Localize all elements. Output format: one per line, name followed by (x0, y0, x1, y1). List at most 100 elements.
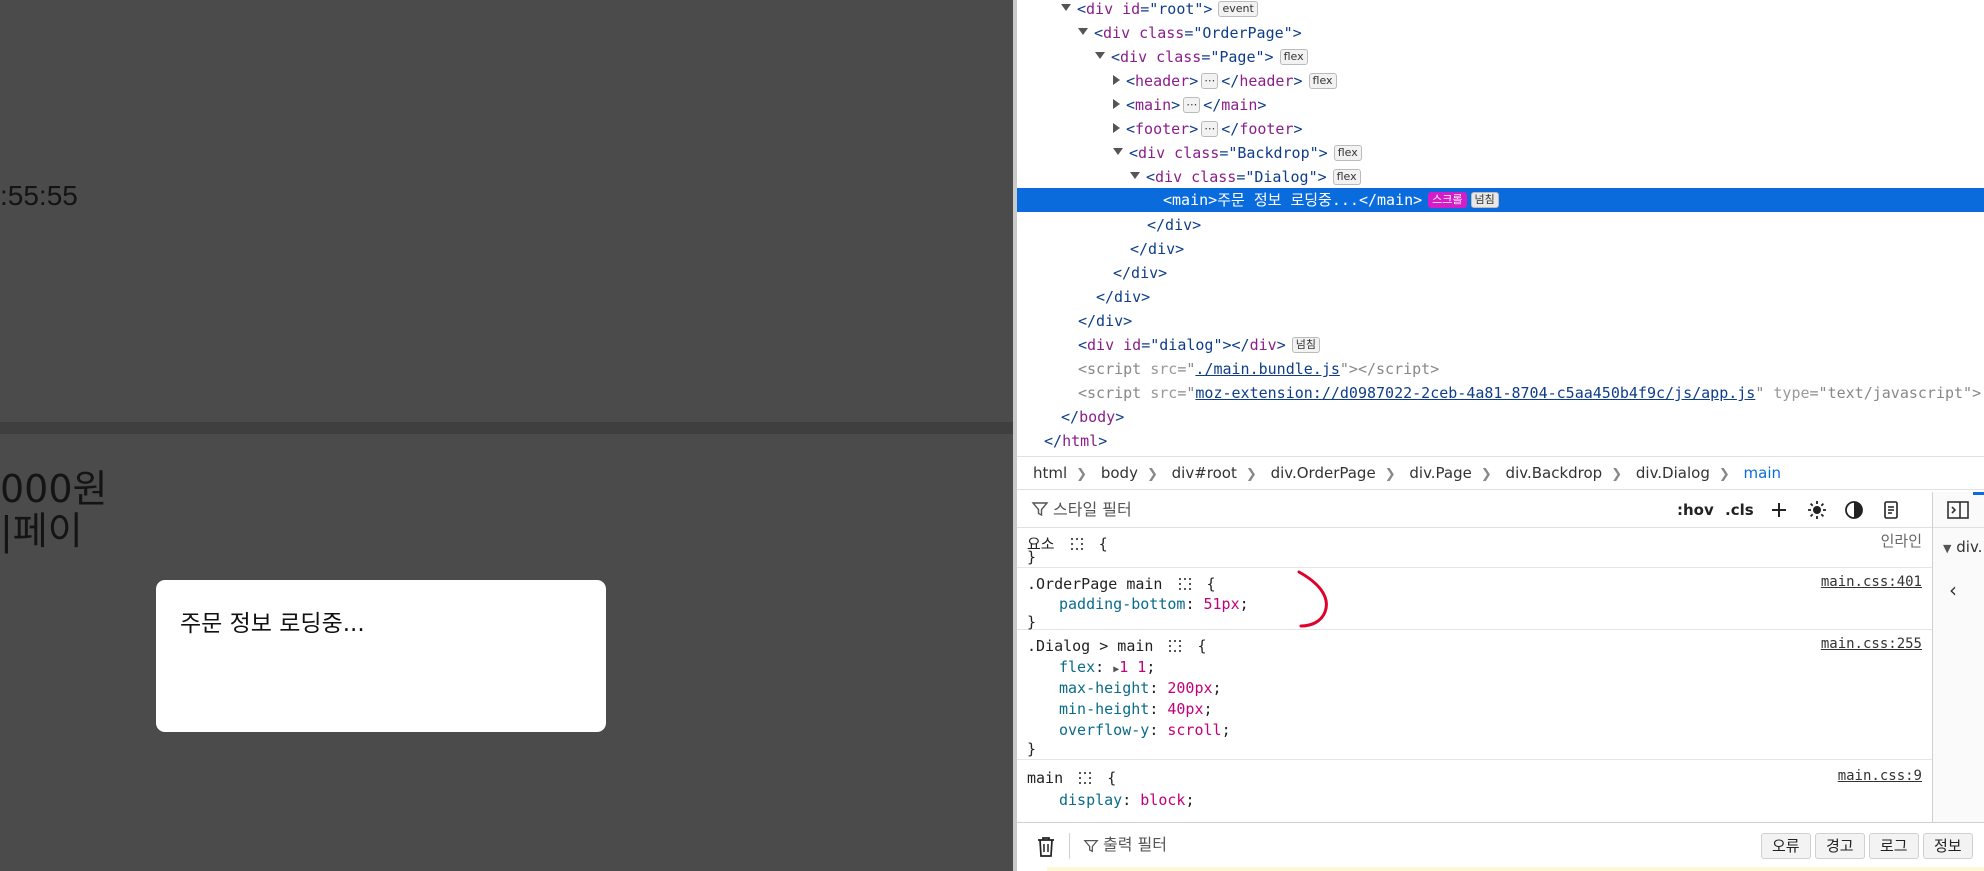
expand-toggle-icon[interactable] (1113, 74, 1120, 85)
add-rule-icon[interactable] (1769, 500, 1789, 520)
tree-node-main[interactable]: <main> ⋯ </main> (1017, 93, 1984, 117)
expand-toggle-icon[interactable] (1130, 172, 1140, 179)
tree-close-html[interactable]: </html> (1017, 429, 1984, 453)
console-filter-input[interactable]: 출력 필터 (1103, 823, 1167, 867)
expand-toggle-icon[interactable] (1113, 98, 1120, 109)
overflow-badge[interactable]: 넘침 (1291, 337, 1320, 353)
expand-toggle-icon[interactable] (1078, 28, 1088, 35)
breadcrumb-item[interactable]: html (1033, 457, 1067, 489)
css-declaration[interactable]: display: block; (1059, 790, 1194, 810)
rule-selector[interactable]: .Dialog > main (1027, 637, 1153, 655)
event-badge[interactable]: event (1218, 1, 1258, 17)
breadcrumb-item[interactable]: div.Page (1409, 457, 1471, 489)
breadcrumb-item[interactable]: div.OrderPage (1271, 457, 1376, 489)
grid-icon[interactable] (1168, 639, 1182, 653)
expand-toggle-icon[interactable] (1095, 52, 1105, 59)
price-text: 000원 (0, 467, 108, 511)
tree-close-div[interactable]: </div> (1017, 285, 1984, 309)
tree-node-header[interactable]: <header> ⋯ </header> flex (1017, 69, 1984, 93)
rule-source-link[interactable]: main.css:255 (1821, 636, 1922, 652)
tree-node-dialog-main-selected[interactable]: <main>주문 정보 로딩중...</main> 스크롤 넘침 (1017, 188, 1984, 212)
css-declaration[interactable]: max-height: 200px; (1059, 678, 1222, 698)
rule-selector[interactable]: .OrderPage main (1027, 575, 1162, 593)
flex-badge[interactable]: flex (1279, 49, 1308, 65)
loading-dialog: 주문 정보 로딩중... (156, 580, 606, 732)
dialog-loading-text: 주문 정보 로딩중... (180, 611, 365, 637)
tree-node-orderpage[interactable]: <div class="OrderPage"> (1017, 21, 1984, 45)
filter-icon (1031, 502, 1049, 517)
console-toolbar: 출력 필터 오류 경고 로그 정보 (1017, 822, 1984, 871)
css-declaration[interactable]: overflow-y: scroll; (1059, 720, 1231, 740)
level-warnings-button[interactable]: 경고 (1815, 833, 1865, 859)
styles-toolbar: 스타일 필터 :hov .cls (1017, 492, 1932, 528)
tree-close-div[interactable]: </div> (1017, 213, 1984, 237)
grid-icon[interactable] (1078, 771, 1092, 785)
tree-node-footer[interactable]: <footer> ⋯ </footer> (1017, 117, 1984, 141)
print-media-icon[interactable] (1881, 500, 1901, 520)
tree-close-body[interactable]: </body> (1017, 405, 1984, 429)
rule-source-link[interactable]: main.css:9 (1838, 768, 1922, 784)
tree-close-div[interactable]: </div> (1017, 261, 1984, 285)
expand-toggle-icon[interactable] (1061, 4, 1071, 11)
css-declaration[interactable]: min-height: 40px; (1059, 699, 1213, 719)
flex-badge[interactable]: flex (1332, 169, 1361, 185)
chevron-right-icon: ❯ (1718, 467, 1730, 482)
breadcrumb-item[interactable]: div.Dialog (1636, 457, 1710, 489)
breadcrumb-item-active[interactable]: main (1744, 457, 1781, 489)
rule-source-link[interactable]: main.css:401 (1821, 574, 1922, 590)
breadcrumb-item[interactable]: div#root (1172, 457, 1237, 489)
filter-icon (1083, 840, 1099, 853)
collapsed-ellipsis-badge[interactable]: ⋯ (1201, 121, 1219, 137)
script-src-link[interactable]: moz-extension://d0987022-2ceb-4a81-8704-… (1195, 384, 1755, 402)
rule-selector[interactable]: main (1027, 769, 1063, 787)
tree-close-div[interactable]: </div> (1017, 309, 1984, 333)
class-toggle-button[interactable]: .cls (1725, 492, 1754, 528)
breadcrumb-item[interactable]: body (1101, 457, 1138, 489)
flex-badge[interactable]: flex (1333, 145, 1362, 161)
rule-dialog-main: .Dialog > main { main.css:255 flex: ▶1 1… (1017, 632, 1932, 760)
tree-close-div[interactable]: </div> (1017, 237, 1984, 261)
red-annotation-mark (1297, 570, 1328, 628)
chevron-right-icon: ❯ (1146, 467, 1158, 482)
expand-toggle-icon[interactable]: ▼ (1943, 542, 1951, 555)
scroll-badge[interactable]: 스크롤 (1428, 192, 1467, 208)
collapsed-ellipsis-badge[interactable]: ⋯ (1183, 97, 1201, 113)
style-filter-input[interactable]: 스타일 필터 (1053, 492, 1132, 528)
expand-toggle-icon[interactable] (1113, 122, 1120, 133)
rule-source-inline: 인라인 (1880, 532, 1922, 550)
flex-badge[interactable]: flex (1308, 73, 1337, 89)
tree-node-dialog[interactable]: <div class="Dialog"> flex (1017, 165, 1984, 189)
page-viewport: :55:55 000원 |페이 주문 정보 로딩중... (0, 0, 1013, 871)
light-theme-icon[interactable] (1807, 500, 1827, 520)
overflow-badge[interactable]: 넘침 (1470, 192, 1499, 208)
script-src-link[interactable]: ./main.bundle.js (1195, 360, 1340, 378)
grid-icon[interactable] (1178, 577, 1192, 591)
css-declaration[interactable]: padding-bottom: 51px; (1059, 594, 1249, 614)
grid-icon[interactable] (1070, 537, 1084, 551)
dark-theme-icon[interactable] (1844, 500, 1864, 520)
rule-main: main { main.css:9 display: block; (1027, 768, 1922, 810)
level-logs-button[interactable]: 로그 (1869, 833, 1919, 859)
css-declaration[interactable]: flex: ▶1 1; (1059, 657, 1155, 680)
level-info-button[interactable]: 정보 (1923, 833, 1973, 859)
tree-node-root[interactable]: <div id="root"> event (1017, 0, 1984, 21)
tree-node-page[interactable]: <div class="Page"> flex (1017, 45, 1984, 69)
breadcrumb-item[interactable]: div.Backdrop (1506, 457, 1603, 489)
hover-state-button[interactable]: :hov (1677, 492, 1714, 528)
tree-node-backdrop[interactable]: <div class="Backdrop"> flex (1017, 141, 1984, 165)
collapsed-ellipsis-badge[interactable]: ⋯ (1201, 73, 1219, 89)
trash-icon[interactable] (1037, 836, 1055, 858)
expand-toggle-icon[interactable] (1113, 148, 1123, 155)
tree-node-dialog-root[interactable]: <div id="dialog"></div> 넘침 (1017, 333, 1984, 357)
section-divider (0, 422, 1013, 434)
level-errors-button[interactable]: 오류 (1761, 833, 1811, 859)
tree-node-script-bundle[interactable]: <script src="./main.bundle.js"></script> (1017, 357, 1984, 381)
chevron-left-icon[interactable]: ‹ (1949, 578, 1957, 602)
chevron-right-icon: ❯ (1384, 467, 1396, 482)
css-rules-list: 요소 { 인라인 } .OrderPage main { main.css:40… (1017, 528, 1932, 822)
tree-node-script-extension[interactable]: <script src="moz-extension://d0987022-2c… (1017, 381, 1984, 405)
toggle-sidebar-icon[interactable] (1947, 501, 1969, 519)
rule-element: 요소 { 인라인 } (1017, 528, 1932, 568)
payment-method-text: |페이 (0, 509, 83, 553)
breadcrumb: html ❯ body ❯ div#root ❯ div.OrderPage ❯ div… (1017, 456, 1984, 490)
